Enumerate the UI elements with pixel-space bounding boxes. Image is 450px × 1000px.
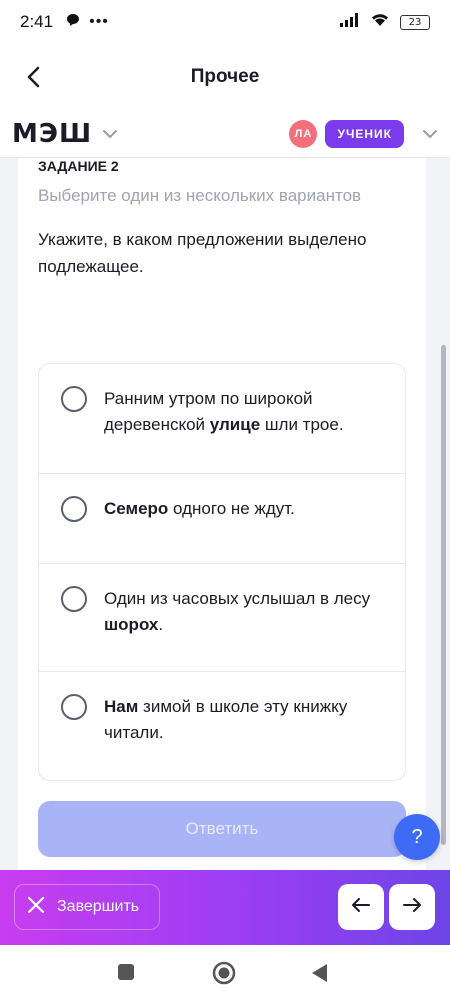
finish-label: Завершить — [57, 898, 140, 915]
option-text: Ранним утром по широкой деревенской улиц… — [104, 389, 344, 434]
answer-option-3[interactable]: Один из часовых услышал в лесу шорох. — [39, 564, 405, 672]
finish-button[interactable]: Завершить — [14, 884, 160, 930]
radio-button[interactable] — [61, 586, 87, 612]
recent-apps-icon[interactable] — [117, 963, 135, 986]
avatar[interactable]: ЛА — [289, 119, 318, 148]
task-question: Укажите, в каком предложении выделено по… — [38, 230, 367, 276]
close-icon — [27, 896, 45, 919]
answer-option-2[interactable]: Семеро одного не ждут. — [39, 474, 405, 564]
bottom-action-bar: Завершить — [0, 870, 450, 945]
arrow-right-icon — [402, 897, 422, 918]
status-bar: 2:41 ••• 23 — [0, 0, 450, 44]
task-hint: Выберите один из нескольких вариантов — [38, 186, 362, 205]
help-button[interactable]: ? — [394, 814, 440, 860]
radio-button[interactable] — [61, 386, 87, 412]
title-bar: Прочее — [0, 44, 450, 110]
system-nav-bar — [0, 945, 450, 1000]
next-button[interactable] — [389, 884, 435, 930]
radio-button[interactable] — [61, 694, 87, 720]
chevron-down-icon[interactable] — [102, 129, 118, 139]
answer-option-4[interactable]: Нам зимой в школе эту книжку читали. — [39, 672, 405, 780]
previous-button[interactable] — [338, 884, 384, 930]
scrollbar[interactable] — [441, 345, 446, 845]
task-label: ЗАДАНИЕ 2 — [38, 158, 119, 174]
role-badge[interactable]: УЧЕНИК — [325, 119, 404, 148]
more-notifications-icon: ••• — [89, 13, 109, 30]
arrow-left-icon — [351, 897, 371, 918]
answer-options: Ранним утром по широкой деревенской улиц… — [38, 363, 406, 781]
task-card: ЗАДАНИЕ 2 Выберите один из нескольких ва… — [18, 158, 426, 870]
mesh-logo[interactable]: МЭШ — [12, 119, 92, 149]
option-text: Один из часовых услышал в лесу шорох. — [104, 589, 371, 634]
status-time: 2:41 — [20, 12, 54, 31]
app-header: МЭШ ЛА УЧЕНИК — [0, 110, 450, 158]
back-nav-icon[interactable] — [310, 963, 328, 988]
answer-option-1[interactable]: Ранним утром по широкой деревенской улиц… — [39, 364, 405, 474]
chat-notification-icon — [65, 12, 81, 33]
back-arrow-icon[interactable] — [18, 62, 48, 92]
option-text: Нам зимой в школе эту книжку читали. — [104, 697, 348, 742]
home-icon[interactable] — [212, 961, 236, 990]
wifi-icon — [370, 12, 390, 32]
page-title: Прочее — [190, 66, 260, 87]
submit-answer-button[interactable]: Ответить — [38, 801, 406, 857]
profile-chevron-down-icon[interactable] — [422, 129, 438, 139]
radio-button[interactable] — [61, 496, 87, 522]
signal-icon — [340, 12, 360, 32]
battery-icon: 23 — [400, 14, 430, 30]
option-text: Семеро одного не ждут. — [104, 499, 295, 518]
